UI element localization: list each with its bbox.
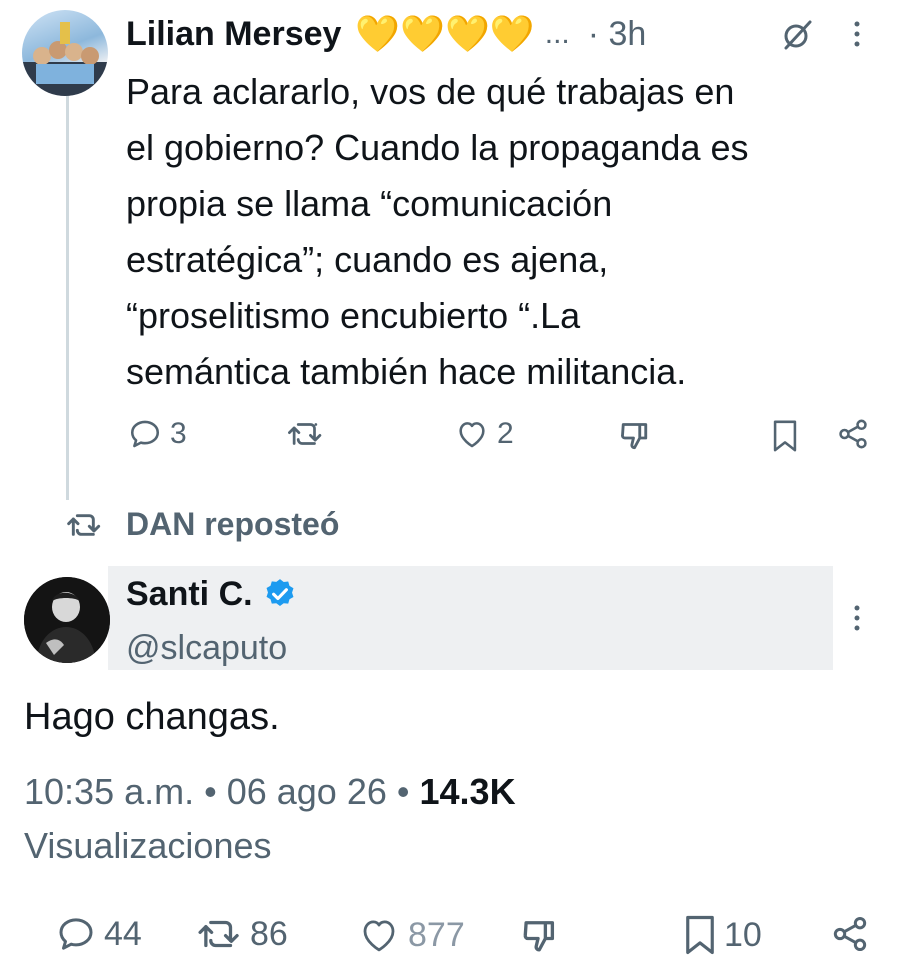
bookmark-button[interactable]	[772, 419, 798, 453]
verified-badge-icon	[263, 577, 297, 611]
yellow-heart-icon: 💛	[355, 13, 401, 54]
tweet-text-line: el gobierno? Cuando la propaganda es	[126, 127, 749, 168]
tweet-text: Para aclararlo, vos de qué trabajas en e…	[126, 64, 866, 400]
tweet-meta: 10:35 a.m. • 06 ago 26 • 14.3K	[24, 768, 516, 816]
avatar[interactable]	[22, 10, 108, 96]
grok-icon[interactable]	[780, 18, 814, 52]
views-label: Visualizaciones	[24, 825, 272, 866]
tweet-text-line: “proselitismo encubierto “.La	[126, 295, 581, 336]
repost-icon	[67, 513, 101, 536]
author-name[interactable]: Santi C.	[126, 574, 253, 614]
yellow-heart-icon: 💛	[445, 13, 490, 54]
reply-icon	[130, 420, 160, 448]
author-name[interactable]: Lilian Mersey	[126, 14, 341, 54]
like-button[interactable]: 877	[358, 914, 465, 956]
dislike-icon	[621, 423, 648, 450]
like-icon	[459, 422, 485, 448]
share-icon	[839, 419, 867, 449]
share-button[interactable]	[836, 417, 870, 451]
reply-button[interactable]: 3	[128, 417, 187, 451]
share-button[interactable]	[830, 914, 870, 954]
repost-count: 86	[250, 914, 288, 953]
yellow-heart-icon: 💛	[400, 13, 446, 54]
bookmark-count: 10	[724, 915, 762, 954]
name-ellipsis: ...	[544, 17, 570, 50]
repost-icon	[288, 423, 322, 445]
repost-icon	[198, 920, 239, 948]
reply-count: 44	[104, 914, 142, 953]
bookmark-button[interactable]: 10	[684, 914, 762, 956]
dislike-icon	[523, 921, 555, 952]
yellow-heart-icon: 💛	[489, 13, 535, 54]
timestamp[interactable]: · 3h	[588, 15, 647, 54]
tweet-text-line: Para aclararlo, vos de qué trabajas en	[126, 71, 735, 112]
dislike-button[interactable]	[520, 914, 562, 956]
dislike-button[interactable]	[618, 417, 654, 453]
reply-button[interactable]: 44	[56, 914, 142, 954]
heart-emojis: 💛💛💛💛	[355, 14, 534, 54]
main-author: Santi C.	[126, 574, 297, 614]
avatar[interactable]	[24, 577, 110, 663]
bookmark-icon	[686, 915, 714, 955]
tweet-text-line: semántica también hace militancia.	[126, 351, 687, 392]
share-icon	[833, 917, 867, 951]
tweet-text-line: propia se llama “comunicación	[126, 183, 613, 224]
reply-header: Lilian Mersey 💛💛💛💛 ... · 3h	[126, 14, 646, 54]
like-count: 877	[408, 915, 465, 954]
like-icon	[363, 920, 395, 952]
tweet-timestamp[interactable]: 10:35 a.m. • 06 ago 26 •	[24, 771, 409, 812]
main-tweet-text: Hago changas.	[24, 696, 280, 738]
reply-icon	[59, 918, 93, 950]
repost-banner-label: DAN reposteó	[126, 506, 340, 542]
bookmark-icon	[773, 420, 797, 452]
reply-count: 3	[170, 417, 187, 450]
repost-button[interactable]	[286, 417, 324, 451]
repost-button[interactable]: 86	[196, 914, 288, 954]
views-count: 14.3K	[419, 771, 516, 812]
more-icon[interactable]	[848, 604, 866, 634]
tweet-text-line: estratégica”; cuando es ajena,	[126, 239, 609, 280]
author-handle[interactable]: @slcaputo	[126, 628, 287, 668]
like-count: 2	[497, 417, 514, 450]
like-button[interactable]: 2	[455, 417, 514, 451]
repost-banner[interactable]: DAN reposteó	[64, 506, 339, 543]
more-icon[interactable]	[848, 20, 866, 50]
thread-line	[66, 96, 69, 500]
